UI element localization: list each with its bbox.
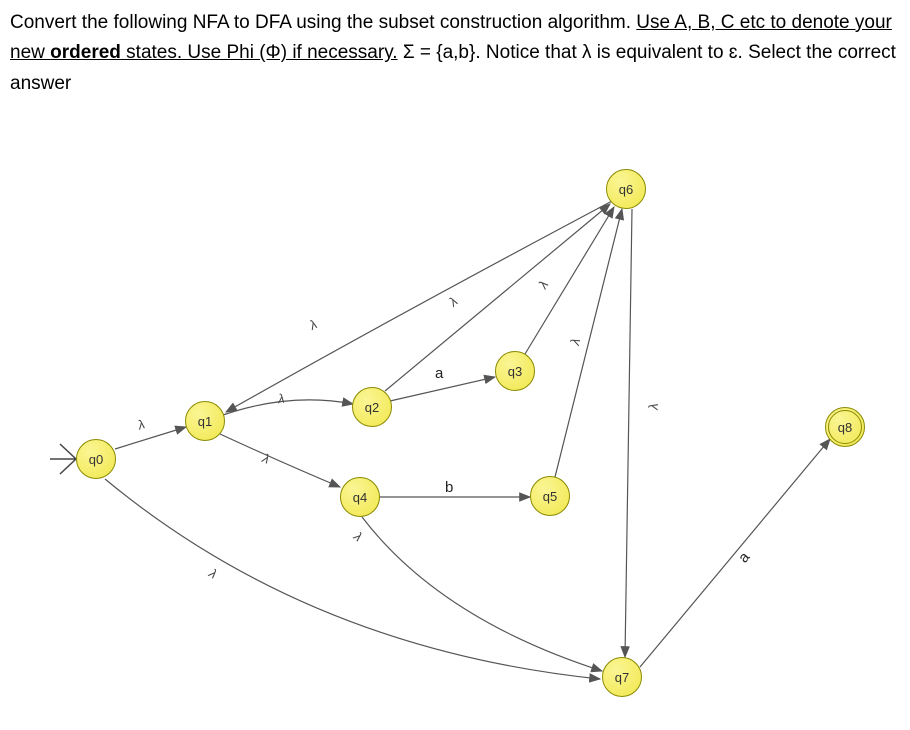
q-part-c: ordered xyxy=(50,42,121,63)
state-q6-label: q6 xyxy=(619,182,633,197)
state-q7-label: q7 xyxy=(615,670,629,685)
state-q7: q7 xyxy=(602,657,642,697)
q-part-d: states. Use Phi (Φ) if necessary. xyxy=(121,42,398,63)
nfa-diagram: q0 q1 q2 q3 q4 q5 q6 q7 q8 λ λ λ a λ b λ… xyxy=(10,129,900,729)
q-part-a: Convert the following NFA to DFA using t… xyxy=(10,12,636,33)
edge-q2-q3-label: a xyxy=(435,365,443,382)
state-q5-label: q5 xyxy=(543,489,557,504)
edge-q4-q5-label: b xyxy=(445,479,453,496)
state-q6: q6 xyxy=(606,169,646,209)
state-q8: q8 xyxy=(825,407,865,447)
state-q1: q1 xyxy=(185,401,225,441)
state-q4: q4 xyxy=(340,477,380,517)
state-q3-label: q3 xyxy=(508,364,522,379)
state-q2: q2 xyxy=(352,387,392,427)
edge-q1-q2-label: λ xyxy=(277,391,285,407)
state-q3: q3 xyxy=(495,351,535,391)
edge-q6-q7-label: λ xyxy=(646,403,661,410)
question-text: Convert the following NFA to DFA using t… xyxy=(10,8,900,99)
state-q1-label: q1 xyxy=(198,414,212,429)
state-q4-label: q4 xyxy=(353,490,367,505)
state-q8-label: q8 xyxy=(838,420,852,435)
state-q2-label: q2 xyxy=(365,400,379,415)
state-q0-label: q0 xyxy=(89,452,103,467)
state-q5: q5 xyxy=(530,476,570,516)
state-q0: q0 xyxy=(76,439,116,479)
